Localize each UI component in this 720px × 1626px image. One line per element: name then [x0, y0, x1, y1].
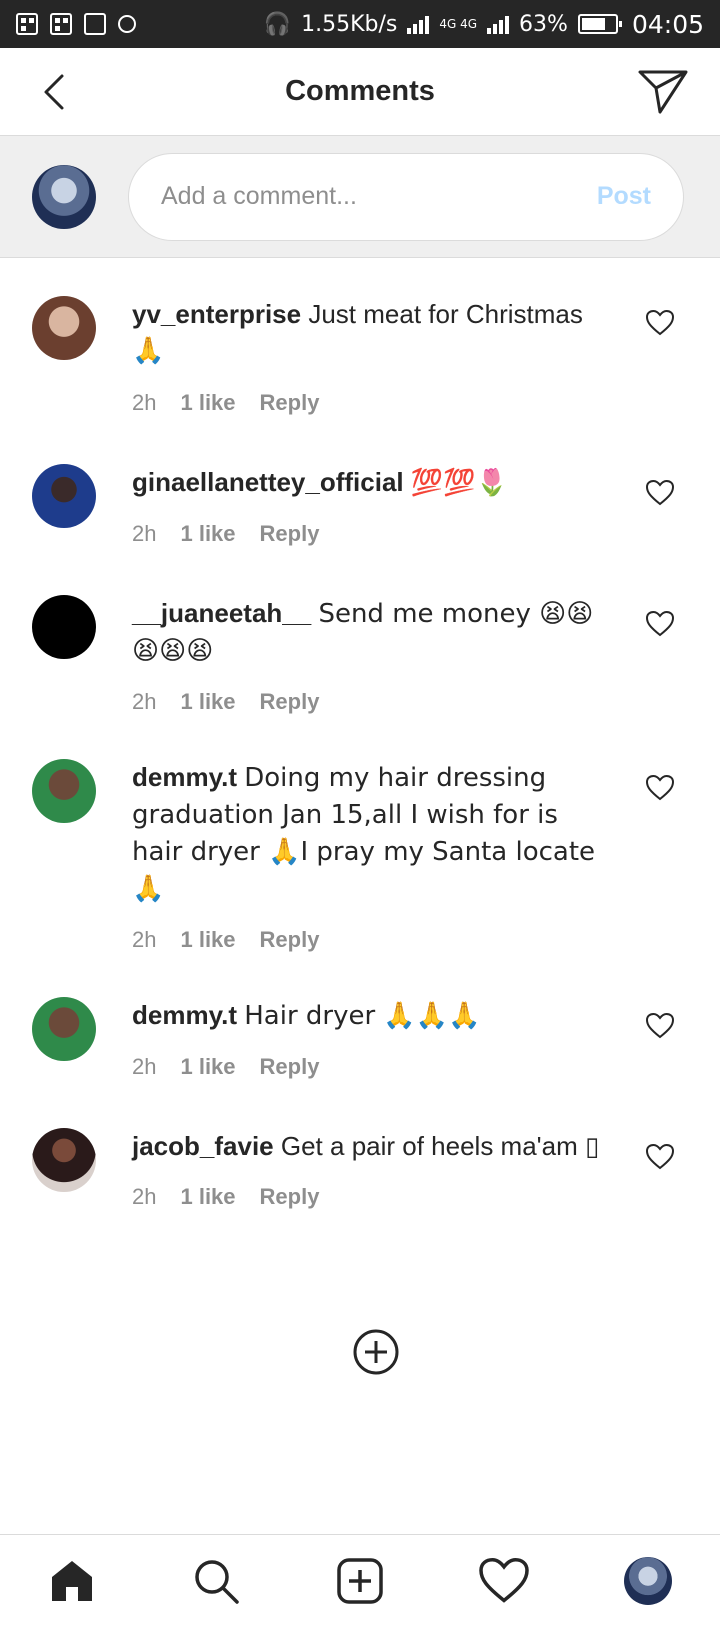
comment-likes[interactable]: 1 like — [180, 1054, 235, 1080]
like-heart-icon[interactable] — [646, 480, 674, 506]
comment-likes[interactable]: 1 like — [180, 689, 235, 715]
comment-time: 2h — [132, 689, 157, 714]
reply-button[interactable]: Reply — [260, 1184, 320, 1210]
comment-likes[interactable]: 1 like — [180, 1184, 235, 1210]
reply-button[interactable]: Reply — [260, 521, 320, 547]
profile-avatar — [624, 1556, 672, 1605]
comment-text: Hair dryer 🙏🙏🙏 — [244, 1001, 481, 1031]
comment-likes[interactable]: 1 like — [180, 390, 235, 416]
comment-composer: Post — [0, 136, 720, 258]
reply-button[interactable]: Reply — [260, 927, 320, 953]
nav-new-post[interactable] — [333, 1554, 387, 1608]
direct-message-icon[interactable] — [636, 66, 690, 116]
nav-profile[interactable] — [621, 1554, 675, 1608]
comment-input-box[interactable]: Post — [128, 152, 684, 241]
signal-icon — [487, 14, 510, 34]
user-avatar[interactable] — [32, 997, 96, 1061]
comment-username[interactable]: ginaellanettey_official — [132, 467, 404, 497]
back-icon[interactable] — [36, 72, 76, 112]
current-user-avatar — [32, 164, 96, 229]
comment-likes[interactable]: 1 like — [180, 927, 235, 953]
like-heart-icon[interactable] — [646, 775, 674, 801]
network-speed: 1.55Kb/s — [301, 11, 398, 37]
comment-likes[interactable]: 1 like — [180, 521, 235, 547]
reply-button[interactable]: Reply — [260, 1054, 320, 1080]
status-bar: 🎧 1.55Kb/s 4G 4G 63% 04:05 — [0, 0, 720, 48]
post-button[interactable]: Post — [597, 182, 651, 211]
comment-username[interactable]: __juaneetah__ — [132, 598, 311, 628]
comment-time: 2h — [132, 927, 157, 952]
user-avatar[interactable] — [32, 296, 96, 360]
battery-icon — [577, 14, 622, 34]
clock: 04:05 — [631, 9, 704, 39]
nav-home[interactable] — [45, 1554, 99, 1608]
comment-input[interactable] — [161, 182, 597, 211]
headphones-icon: 🎧 — [263, 11, 292, 37]
user-avatar[interactable] — [32, 1128, 96, 1192]
comments-list: yv_enterprise Just meat for Christmas 🙏 … — [0, 258, 720, 1210]
nav-activity[interactable] — [477, 1554, 531, 1608]
like-heart-icon[interactable] — [646, 1013, 674, 1039]
battery-percent: 63% — [519, 11, 568, 37]
comment-item: __juaneetah__ Send me money 😫😫😫😫😫 2h 1 l… — [0, 595, 720, 715]
home-icon — [52, 1560, 92, 1601]
comment-time: 2h — [132, 390, 157, 415]
reply-button[interactable]: Reply — [260, 689, 320, 715]
load-more-comments-icon[interactable] — [352, 1328, 400, 1376]
app-notification-icon — [50, 13, 72, 35]
add-post-icon — [337, 1557, 383, 1604]
like-heart-icon[interactable] — [646, 611, 674, 637]
user-avatar[interactable] — [32, 464, 96, 528]
bottom-navigation — [0, 1534, 720, 1626]
comment-item: demmy.t Hair dryer 🙏🙏🙏 2h 1 like Reply — [0, 997, 720, 1080]
activity-heart-icon — [479, 1557, 529, 1603]
reply-button[interactable]: Reply — [260, 390, 320, 416]
nav-search[interactable] — [189, 1554, 243, 1608]
like-heart-icon[interactable] — [646, 1144, 674, 1170]
page-title: Comments — [285, 75, 435, 107]
comment-username[interactable]: yv_enterprise — [132, 299, 301, 329]
comment-time: 2h — [132, 521, 157, 546]
image-notification-icon — [84, 13, 106, 35]
comment-username[interactable]: jacob_favie — [132, 1131, 274, 1161]
header: Comments — [0, 48, 720, 136]
app-notification-icon — [16, 13, 38, 35]
like-heart-icon[interactable] — [646, 310, 674, 336]
comment-text: Get a pair of heels ma'am ▯ — [280, 1131, 600, 1161]
user-avatar[interactable] — [32, 759, 96, 823]
network-type: 4G 4G — [439, 17, 478, 31]
comment-username[interactable]: demmy.t — [132, 762, 237, 792]
comment-time: 2h — [132, 1054, 157, 1079]
comment-item: jacob_favie Get a pair of heels ma'am ▯ … — [0, 1128, 720, 1210]
comment-item: yv_enterprise Just meat for Christmas 🙏 … — [0, 296, 720, 416]
search-icon — [195, 1559, 239, 1604]
comment-text: 💯💯🌷 — [410, 468, 509, 498]
comment-username[interactable]: demmy.t — [132, 1000, 237, 1030]
signal-icon — [407, 14, 430, 34]
comment-item: ginaellanettey_official 💯💯🌷 2h 1 like Re… — [0, 464, 720, 547]
chat-notification-icon — [118, 15, 136, 33]
comment-time: 2h — [132, 1184, 157, 1209]
user-avatar[interactable] — [32, 595, 96, 659]
comment-item: demmy.t Doing my hair dressing graduatio… — [0, 759, 720, 953]
